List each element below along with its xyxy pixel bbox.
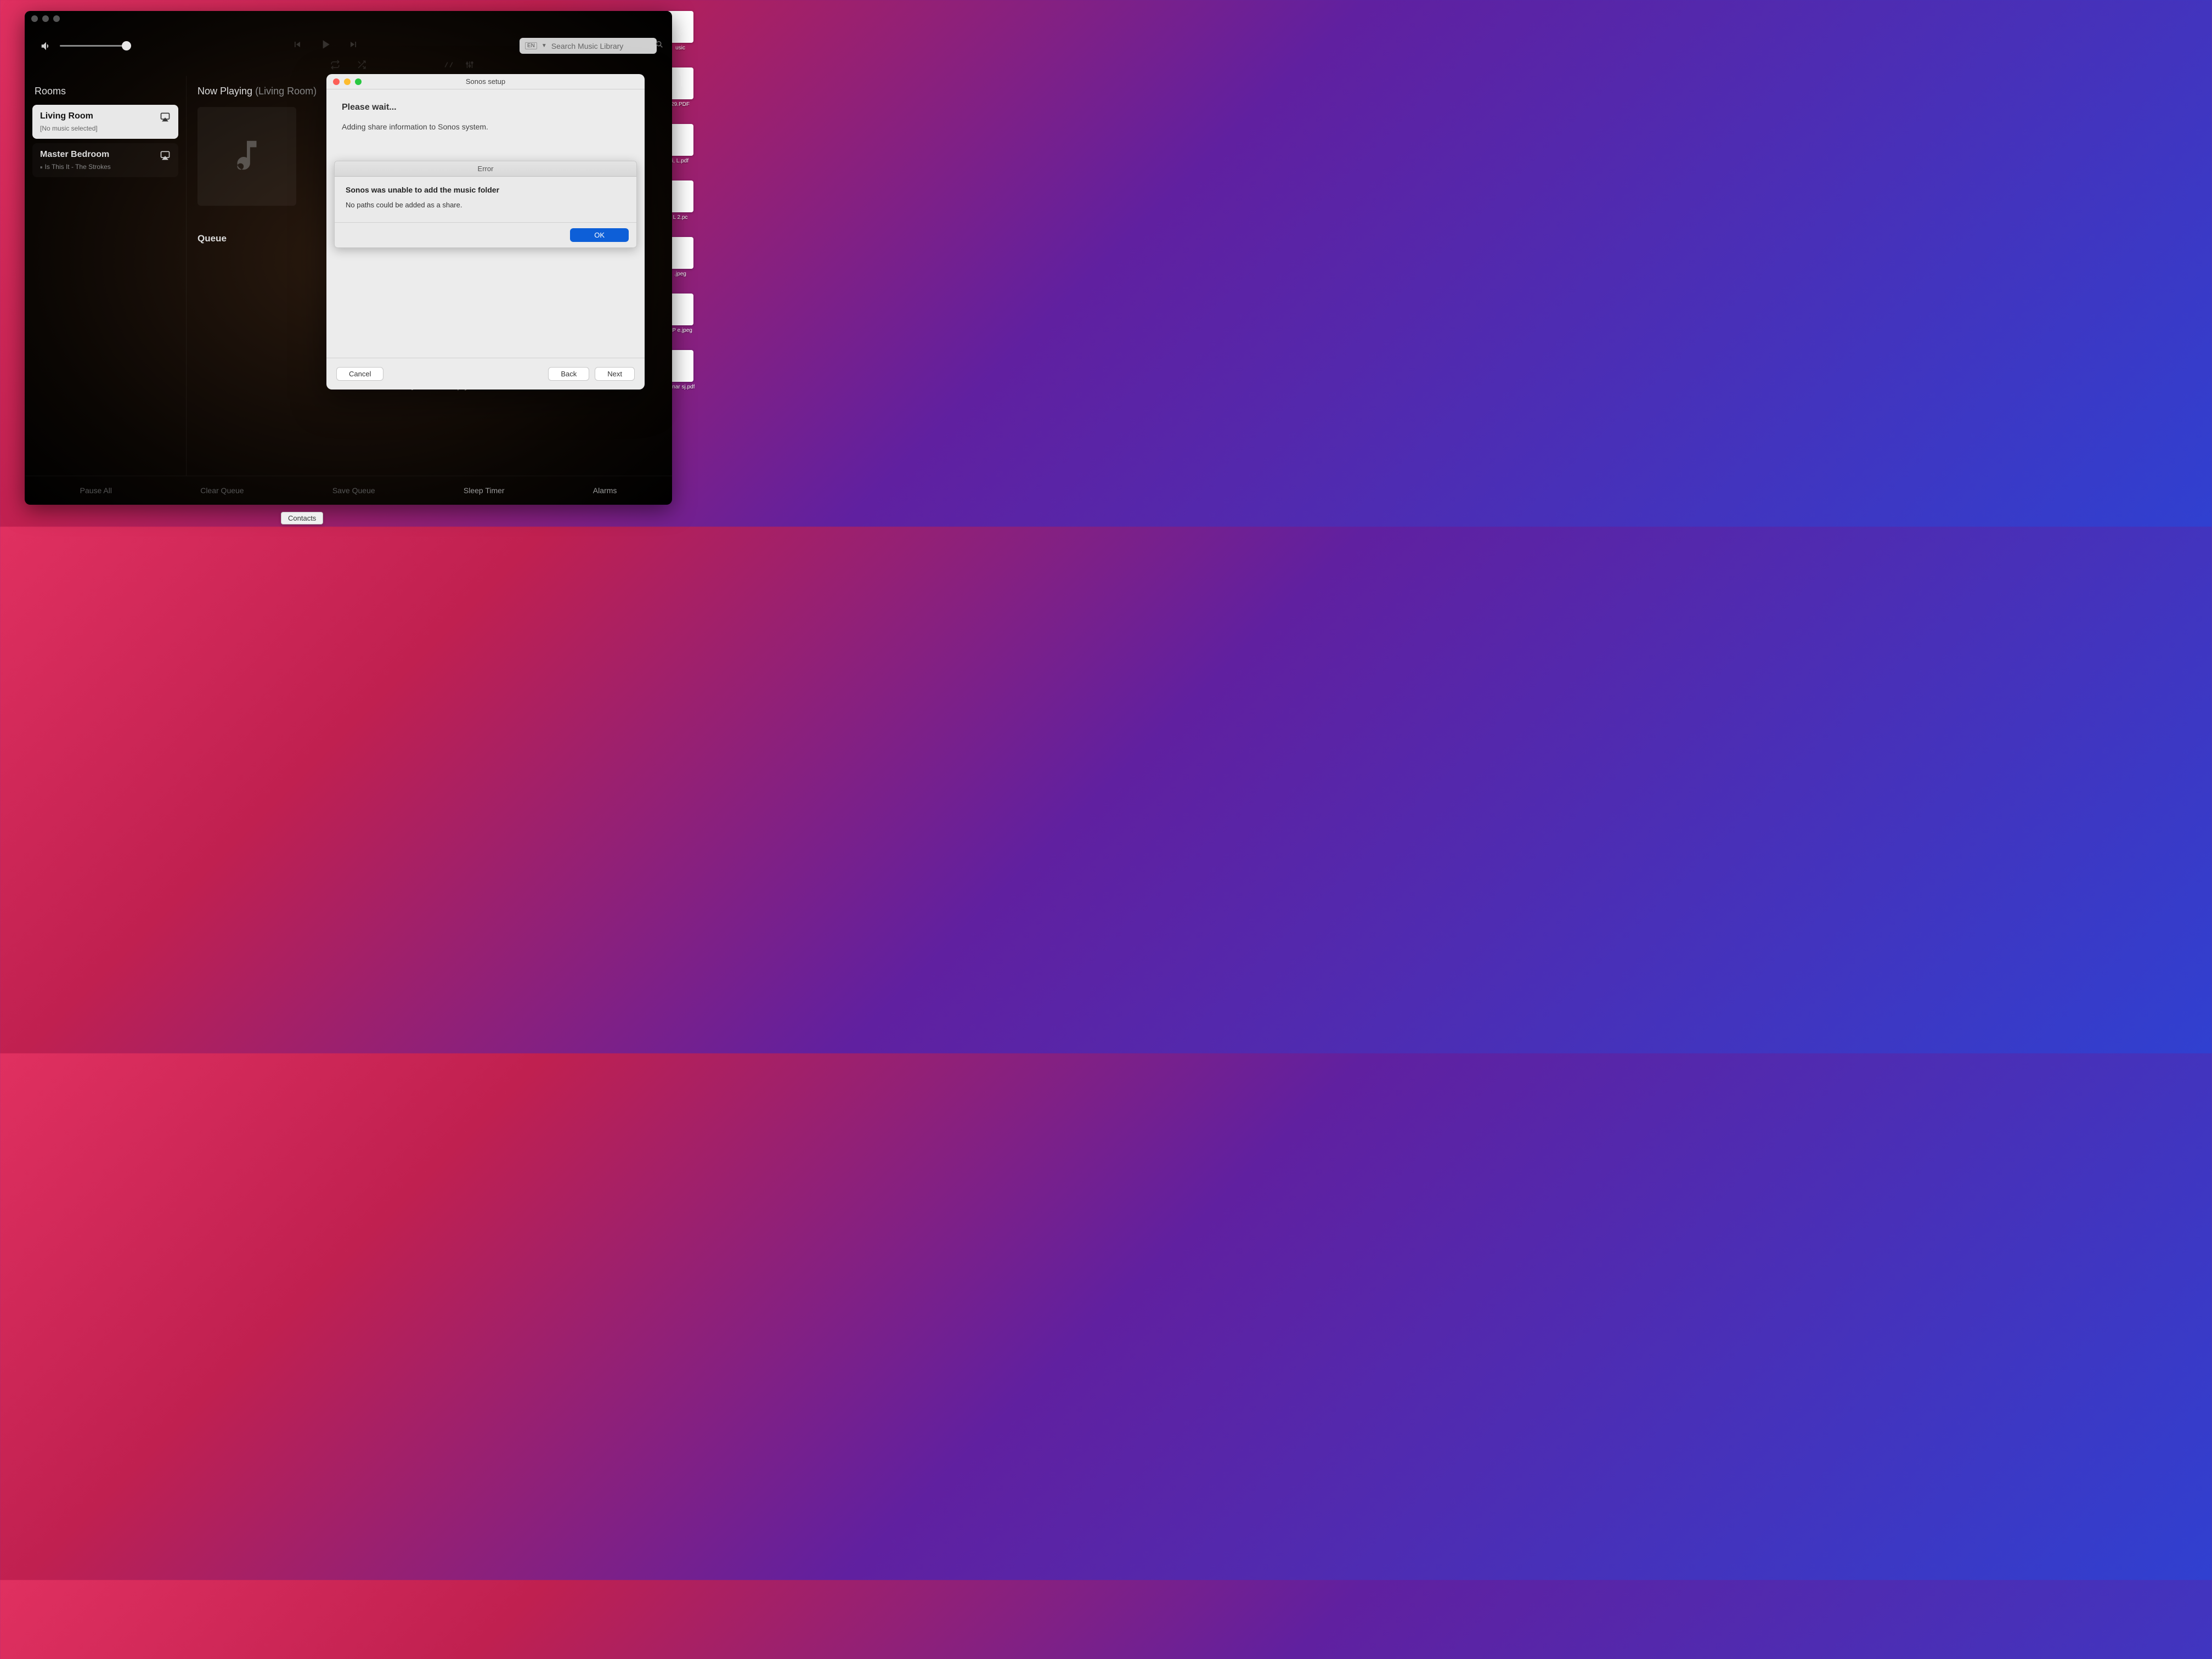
error-title: Sonos was unable to add the music folder — [346, 185, 625, 194]
now-playing-label: Now Playing — [198, 86, 252, 97]
room-subtext: [No music selected] — [40, 125, 98, 132]
minimize-icon[interactable] — [344, 78, 351, 85]
next-track-icon[interactable] — [348, 39, 359, 53]
room-living-room[interactable]: Living Room [No music selected] — [32, 105, 178, 139]
top-controls: EN ▼ — [25, 26, 672, 60]
error-message: No paths could be added as a share. — [346, 201, 625, 209]
now-playing-context: (Living Room) — [255, 86, 317, 97]
crossfade-icon[interactable] — [444, 60, 454, 72]
search-icon[interactable] — [655, 40, 664, 52]
pause-all-button[interactable]: Pause All — [80, 486, 112, 495]
close-icon[interactable] — [31, 15, 38, 22]
chevron-down-icon[interactable]: ▼ — [541, 43, 547, 49]
error-body: Sonos was unable to add the music folder… — [335, 177, 636, 222]
room-subtext: ⏸Is This It - The Strokes — [40, 163, 111, 171]
error-sheet: Error Sonos was unable to add the music … — [334, 161, 637, 248]
error-header: Error — [335, 161, 636, 177]
zoom-icon[interactable] — [53, 15, 60, 22]
sonos-titlebar[interactable] — [25, 11, 672, 26]
dialog-body: Please wait... Adding share information … — [326, 89, 645, 358]
dialog-heading: Please wait... — [342, 103, 629, 112]
dialog-footer: Cancel Back Next — [326, 358, 645, 390]
album-art — [198, 107, 296, 206]
volume-icon[interactable] — [40, 40, 52, 52]
airplay-icon[interactable] — [160, 111, 171, 122]
clear-queue-button[interactable]: Clear Queue — [200, 486, 244, 495]
alarms-button[interactable]: Alarms — [593, 486, 617, 495]
playback-controls — [292, 37, 359, 54]
room-master-bedroom[interactable]: Master Bedroom ⏸Is This It - The Strokes — [32, 143, 178, 177]
ok-button[interactable]: OK — [570, 228, 629, 242]
dialog-titlebar[interactable]: Sonos setup — [326, 74, 645, 89]
rooms-sidebar: Rooms Living Room [No music selected] Ma… — [25, 76, 187, 476]
file-label: i, L.pdf — [672, 158, 689, 164]
file-label: usic — [675, 45, 685, 51]
next-button[interactable]: Next — [595, 367, 635, 381]
prev-track-icon[interactable] — [292, 39, 303, 53]
search-field[interactable]: EN ▼ — [520, 38, 657, 54]
dialog-title: Sonos setup — [326, 77, 645, 86]
repeat-icon[interactable] — [330, 60, 340, 72]
cancel-button[interactable]: Cancel — [336, 367, 383, 381]
error-footer: OK — [335, 222, 636, 247]
volume-thumb[interactable] — [122, 41, 131, 50]
file-label: .jpeg — [674, 271, 686, 277]
back-button[interactable]: Back — [548, 367, 589, 381]
search-input[interactable] — [551, 42, 651, 50]
close-icon[interactable] — [333, 78, 340, 85]
file-label: 29.PDF — [671, 101, 690, 108]
sidebar-heading: Rooms — [32, 81, 178, 105]
airplay-icon[interactable] — [160, 150, 171, 161]
sonos-setup-dialog: Sonos setup Please wait... Adding share … — [326, 74, 645, 390]
room-name: Living Room — [40, 111, 98, 121]
volume-slider[interactable] — [60, 45, 131, 47]
shuffle-icon[interactable] — [357, 60, 366, 72]
dock-tooltip: Contacts — [281, 512, 323, 524]
music-note-icon — [228, 136, 266, 177]
sleep-timer-button[interactable]: Sleep Timer — [464, 486, 505, 495]
secondary-controls — [25, 60, 672, 76]
lang-badge: EN — [525, 42, 537, 49]
zoom-icon[interactable] — [355, 78, 362, 85]
play-icon[interactable] — [318, 37, 332, 54]
save-queue-button[interactable]: Save Queue — [332, 486, 375, 495]
volume-control — [40, 40, 131, 52]
dialog-status: Adding share information to Sonos system… — [342, 122, 629, 131]
room-name: Master Bedroom — [40, 150, 111, 160]
eq-icon[interactable] — [465, 60, 475, 72]
bottom-bar: Pause All Clear Queue Save Queue Sleep T… — [25, 476, 672, 505]
file-label: L 2.pc — [673, 215, 688, 221]
minimize-icon[interactable] — [42, 15, 49, 22]
